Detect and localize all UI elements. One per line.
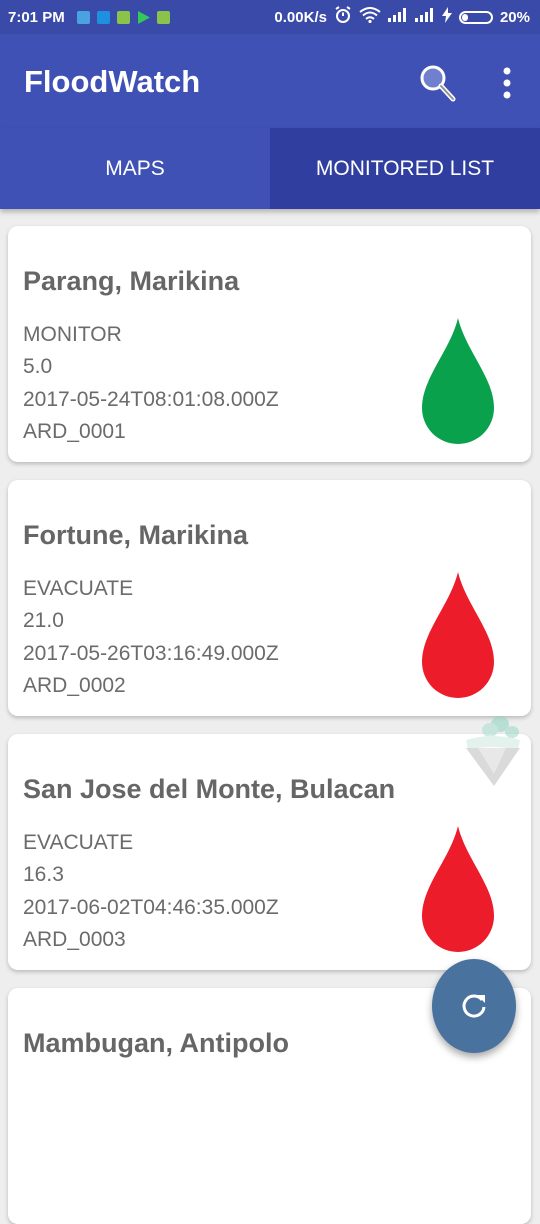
water-drop-icon	[422, 318, 494, 444]
refresh-button[interactable]	[432, 959, 516, 1053]
overflow-menu-button[interactable]	[496, 62, 518, 104]
tab-maps[interactable]: MAPS	[0, 128, 270, 209]
play-store-notification-icon	[137, 10, 150, 24]
network-speed: 0.00K/s	[274, 8, 327, 26]
station-name: San Jose del Monte, Bulacan	[23, 774, 396, 804]
station-status: MONITOR	[23, 323, 122, 346]
station-level: 21.0	[23, 609, 64, 632]
water-drop-icon	[422, 826, 494, 952]
station-id: ARD_0003	[23, 928, 126, 951]
android-notification-icon	[116, 10, 130, 24]
station-name: Parang, Marikina	[23, 266, 240, 296]
station-name: Mambugan, Antipolo	[23, 1028, 289, 1058]
notification-icons	[76, 10, 170, 24]
station-timestamp: 2017-05-26T03:16:49.000Z	[23, 642, 279, 665]
android-notification-icon-2	[156, 10, 170, 24]
signal-icon	[387, 8, 408, 26]
station-status: EVACUATE	[23, 831, 134, 854]
tab-bar: MAPS MONITORED LIST	[0, 128, 540, 209]
app-notification-icon	[96, 10, 110, 24]
signal-icon-2	[414, 8, 435, 26]
app-bar: FloodWatch	[0, 34, 540, 128]
alarm-icon	[334, 6, 352, 28]
station-card[interactable]: Fortune, Marikina EVACUATE 21.0 2017-05-…	[8, 480, 531, 716]
wifi-icon	[359, 7, 381, 27]
refresh-icon	[462, 994, 486, 1018]
water-drop-icon	[422, 572, 494, 698]
search-icon	[420, 65, 456, 102]
battery-icon	[458, 10, 493, 24]
status-bar: 7:01 PM 0.00K/s 20%	[0, 0, 540, 34]
charging-icon	[441, 7, 452, 27]
more-vert-icon	[503, 67, 511, 99]
status-time: 7:01 PM	[8, 8, 65, 26]
usb-notification-icon	[76, 10, 90, 24]
search-button[interactable]	[416, 62, 458, 104]
station-level: 5.0	[23, 355, 53, 378]
station-card[interactable]: Parang, Marikina MONITOR 5.0 2017-05-24T…	[8, 226, 531, 462]
station-card[interactable]: San Jose del Monte, Bulacan EVACUATE 16.…	[8, 734, 531, 970]
battery-fill	[461, 13, 468, 21]
battery-percent: 20%	[499, 8, 530, 26]
station-timestamp: 2017-06-02T04:46:35.000Z	[23, 896, 279, 919]
station-id: ARD_0002	[23, 674, 126, 697]
station-status: EVACUATE	[23, 577, 134, 600]
station-level: 16.3	[23, 863, 64, 886]
station-id: ARD_0001	[23, 420, 126, 443]
station-name: Fortune, Marikina	[23, 520, 249, 550]
station-timestamp: 2017-05-24T08:01:08.000Z	[23, 388, 279, 411]
tab-monitored-list[interactable]: MONITORED LIST	[270, 128, 540, 209]
app-title: FloodWatch	[24, 64, 201, 99]
floating-island-decoration	[466, 716, 520, 786]
